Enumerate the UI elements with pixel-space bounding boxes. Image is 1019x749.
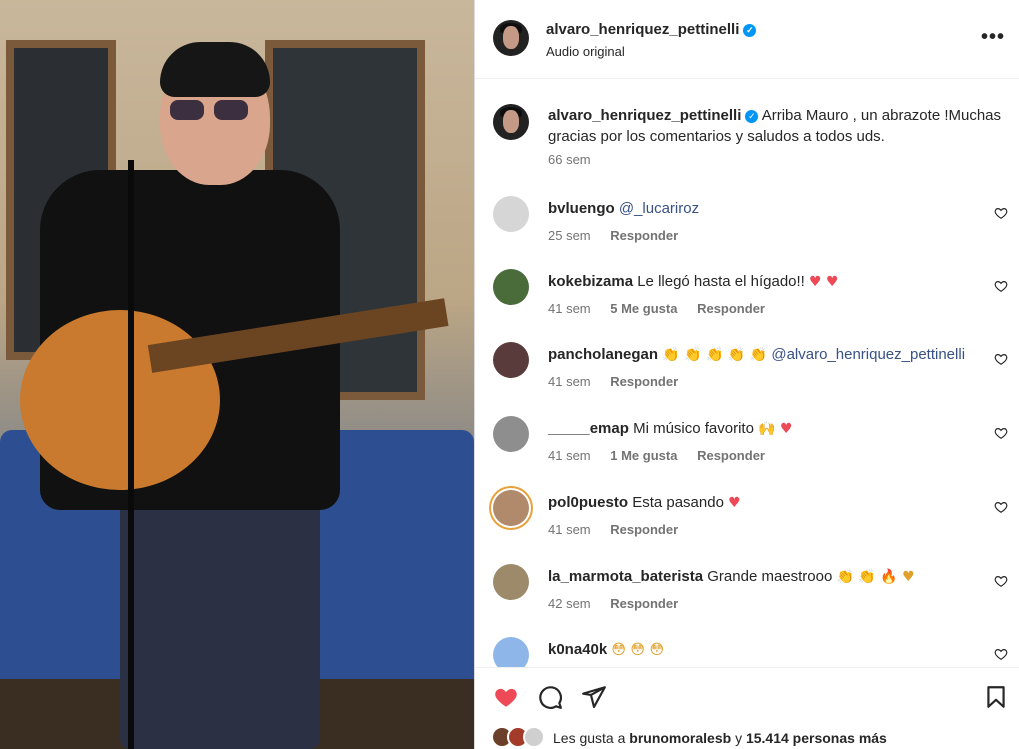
comment-avatar[interactable] bbox=[493, 342, 529, 378]
reply-button[interactable]: Responder bbox=[697, 448, 765, 463]
video-mic-stand bbox=[128, 160, 134, 749]
likes-text[interactable]: Les gusta a brunomoralesb y 15.414 perso… bbox=[553, 730, 887, 746]
comment-username[interactable]: bvluengo bbox=[548, 200, 615, 217]
comment-avatar[interactable] bbox=[493, 269, 529, 305]
comment-body: kokebizama Le llegó hasta el hígado!! ♥ … bbox=[548, 273, 978, 290]
comment-text: Esta pasando bbox=[632, 494, 724, 511]
comment-like-heart-icon[interactable] bbox=[994, 574, 1008, 588]
comment-mention[interactable]: @alvaro_henriquez_pettinelli bbox=[771, 346, 965, 363]
comment-username[interactable]: _____emap bbox=[548, 420, 629, 437]
likes-count[interactable]: 15.414 personas más bbox=[746, 730, 887, 746]
comments-list[interactable]: alvaro_henriquez_pettinelli ✓ Arriba Maur… bbox=[475, 79, 1019, 667]
author-avatar[interactable] bbox=[493, 20, 529, 56]
comment-avatar[interactable] bbox=[493, 490, 529, 526]
comment-row: bvluengo @_lucariroz 25 sem Responder bbox=[475, 196, 1019, 256]
comment-meta: 41 sem 5 Me gusta Responder bbox=[548, 301, 781, 316]
reply-button[interactable]: Responder bbox=[697, 301, 765, 316]
likes-prefix: Les gusta a bbox=[553, 730, 626, 746]
bookmark-icon[interactable] bbox=[983, 684, 1009, 710]
comment-like-heart-icon[interactable] bbox=[994, 279, 1008, 293]
reply-button[interactable]: Responder bbox=[610, 596, 678, 611]
comment-meta: 41 sem Responder bbox=[548, 522, 694, 537]
comment-row: k0na40k 😳 😳 😳 bbox=[475, 637, 1019, 667]
comment-meta: 41 sem Responder bbox=[548, 374, 694, 389]
author-username[interactable]: alvaro_henriquez_pettinelli ✓ bbox=[546, 21, 757, 38]
comment-time: 25 sem bbox=[548, 228, 591, 243]
author-username-text[interactable]: alvaro_henriquez_pettinelli bbox=[546, 21, 739, 38]
comment-emoji: ♥ ♥ bbox=[809, 274, 839, 290]
comment-like-heart-icon[interactable] bbox=[994, 206, 1008, 220]
comment-text: Le llegó hasta el hígado!! bbox=[637, 273, 805, 290]
comment-body: la_marmota_baterista Grande maestrooo 👏 … bbox=[548, 568, 978, 585]
comment-time: 41 sem bbox=[548, 448, 591, 463]
comment-avatar[interactable] bbox=[493, 637, 529, 667]
comment-like-heart-icon[interactable] bbox=[994, 647, 1008, 661]
video-guitar bbox=[20, 310, 220, 490]
comment-meta: 41 sem 1 Me gusta Responder bbox=[548, 448, 781, 463]
liker-avatars bbox=[491, 726, 549, 748]
comment-time: 41 sem bbox=[548, 301, 591, 316]
reply-button[interactable]: Responder bbox=[610, 228, 678, 243]
comment-row: pancholanegan 👏 👏 👏 👏 👏 @alvaro_henrique… bbox=[475, 342, 1019, 402]
comment-body: k0na40k 😳 😳 😳 bbox=[548, 641, 978, 658]
post-side-panel: alvaro_henriquez_pettinelli ✓ Audio origi… bbox=[474, 0, 1019, 749]
likes-middle: y bbox=[735, 730, 743, 746]
comment-body: bvluengo @_lucariroz bbox=[548, 200, 978, 217]
comment-text: Grande maestrooo bbox=[707, 568, 833, 585]
comment-username[interactable]: k0na40k bbox=[548, 641, 607, 658]
video-person-glasses bbox=[170, 100, 250, 120]
comment-time: 41 sem bbox=[548, 522, 591, 537]
comment-username[interactable]: la_marmota_baterista bbox=[548, 568, 703, 585]
comment-avatar[interactable] bbox=[493, 196, 529, 232]
caption-username[interactable]: alvaro_henriquez_pettinelli bbox=[548, 107, 741, 124]
comment-likes[interactable]: 1 Me gusta bbox=[610, 448, 677, 463]
comment-text: Mi músico favorito bbox=[633, 420, 754, 437]
comment-like-heart-icon[interactable] bbox=[994, 426, 1008, 440]
comment-row: pol0puesto Esta pasando ♥ 41 sem Respond… bbox=[475, 490, 1019, 550]
post-header: alvaro_henriquez_pettinelli ✓ Audio origi… bbox=[475, 0, 1019, 79]
comment-emoji: 🙌 ♥ bbox=[758, 421, 793, 437]
post-actions: Les gusta a brunomoralesb y 15.414 perso… bbox=[475, 667, 1019, 749]
comment-emoji: 👏 👏 👏 👏 👏 bbox=[662, 347, 768, 363]
caption-time: 66 sem bbox=[548, 152, 591, 167]
comment-row: la_marmota_baterista Grande maestrooo 👏 … bbox=[475, 564, 1019, 624]
comment-meta: 42 sem Responder bbox=[548, 596, 694, 611]
comment-username[interactable]: kokebizama bbox=[548, 273, 633, 290]
caption-avatar[interactable] bbox=[493, 104, 529, 140]
comment-emoji: 👏 👏 🔥 ♥ bbox=[836, 569, 915, 585]
comment-row: kokebizama Le llegó hasta el hígado!! ♥ … bbox=[475, 269, 1019, 329]
heart-icon[interactable] bbox=[493, 684, 519, 710]
comment-avatar[interactable] bbox=[493, 564, 529, 600]
post-video[interactable] bbox=[0, 0, 474, 749]
video-person-hair bbox=[160, 42, 270, 97]
comment-avatar[interactable] bbox=[493, 416, 529, 452]
verified-icon: ✓ bbox=[743, 24, 757, 37]
comment-time: 42 sem bbox=[548, 596, 591, 611]
reply-button[interactable]: Responder bbox=[610, 374, 678, 389]
comment-emoji: ♥ bbox=[728, 495, 741, 511]
reply-button[interactable]: Responder bbox=[610, 522, 678, 537]
comment-icon[interactable] bbox=[537, 684, 563, 710]
comment-username[interactable]: pancholanegan bbox=[548, 346, 658, 363]
comment-row: _____emap Mi músico favorito 🙌 ♥ 41 sem … bbox=[475, 416, 1019, 476]
audio-label[interactable]: Audio original bbox=[546, 44, 625, 59]
comment-body: _____emap Mi músico favorito 🙌 ♥ bbox=[548, 420, 978, 437]
liker-avatar bbox=[523, 726, 545, 748]
more-icon[interactable]: ••• bbox=[981, 26, 1005, 49]
comment-mention[interactable]: @_lucariroz bbox=[619, 200, 699, 217]
share-icon[interactable] bbox=[581, 684, 607, 710]
comment-likes[interactable]: 5 Me gusta bbox=[610, 301, 677, 316]
comment-body: pol0puesto Esta pasando ♥ bbox=[548, 494, 978, 511]
likes-user[interactable]: brunomoralesb bbox=[629, 730, 731, 746]
comment-like-heart-icon[interactable] bbox=[994, 500, 1008, 514]
video-person-legs bbox=[120, 480, 320, 749]
verified-icon: ✓ bbox=[745, 110, 759, 123]
comment-meta: 25 sem Responder bbox=[548, 228, 694, 243]
caption-text: alvaro_henriquez_pettinelli ✓ Arriba Maur… bbox=[548, 105, 1008, 147]
comment-time: 41 sem bbox=[548, 374, 591, 389]
comment-username[interactable]: pol0puesto bbox=[548, 494, 628, 511]
comment-emoji: 😳 😳 😳 bbox=[611, 642, 665, 658]
comment-like-heart-icon[interactable] bbox=[994, 352, 1008, 366]
comment-body: pancholanegan 👏 👏 👏 👏 👏 @alvaro_henrique… bbox=[548, 346, 978, 363]
